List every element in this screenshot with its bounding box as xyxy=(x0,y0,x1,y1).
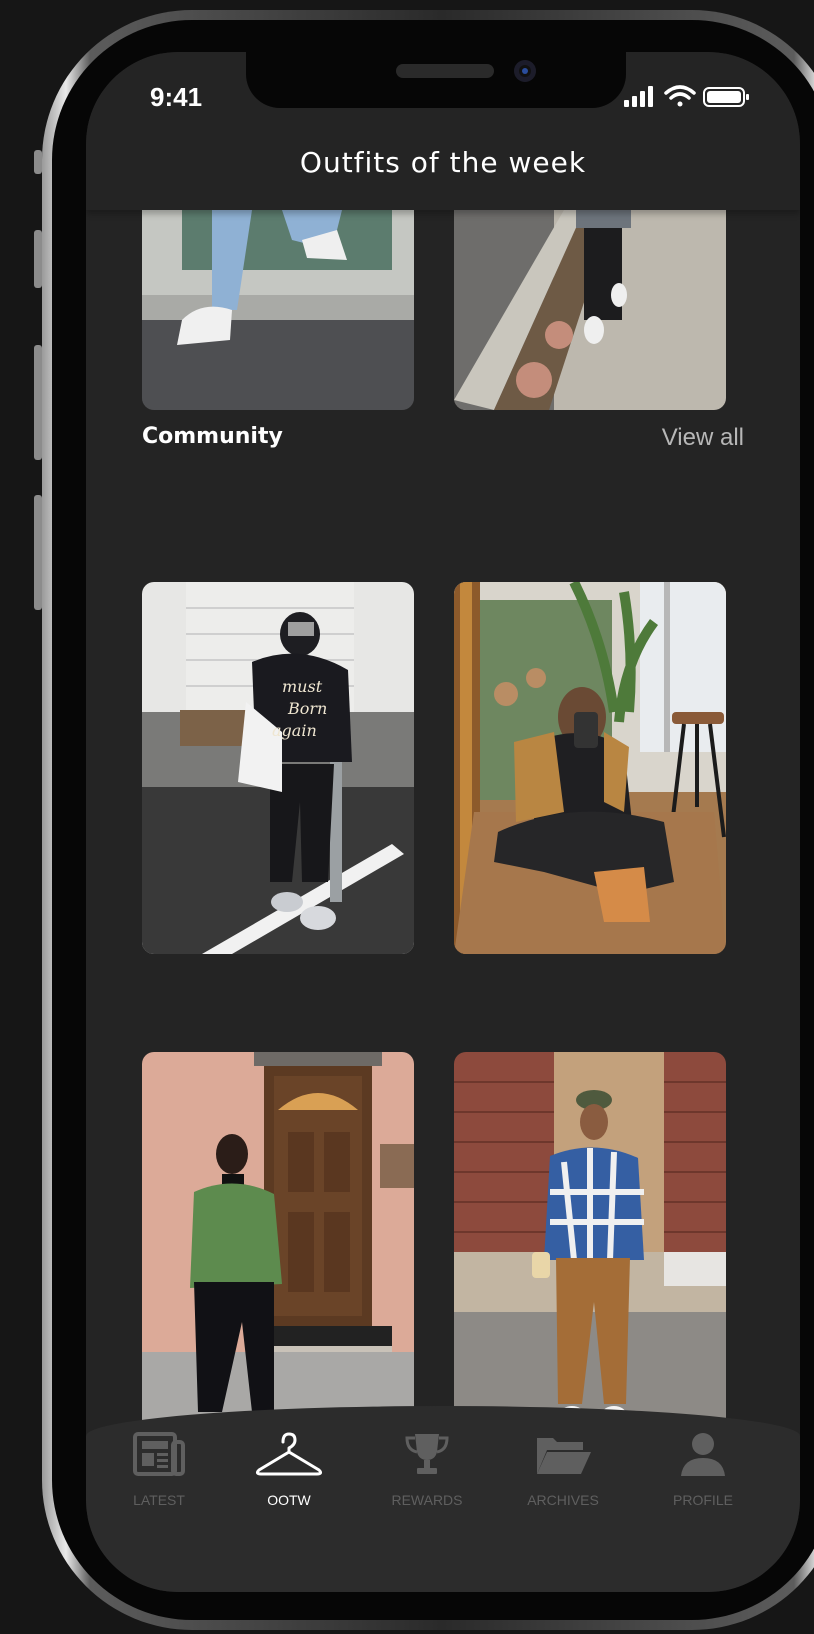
status-icons xyxy=(624,84,754,108)
notch xyxy=(246,52,626,108)
side-button xyxy=(34,345,42,460)
wifi-icon xyxy=(664,85,696,107)
svg-text:again: again xyxy=(272,721,317,740)
app-screen: 9:41 Outfits of the week Community View … xyxy=(86,52,800,1592)
tab-ootw[interactable]: OOTW xyxy=(224,1430,354,1508)
side-button xyxy=(34,150,42,174)
hanger-icon xyxy=(255,1432,323,1476)
tab-label: OOTW xyxy=(267,1492,311,1508)
svg-text:Born: Born xyxy=(287,699,327,718)
tab-bar: LATEST OOTW REWARDS ARCHIVES PROFILE xyxy=(86,1406,800,1592)
community-photo[interactable]: must Born again xyxy=(142,582,414,954)
cellular-signal-icon xyxy=(624,86,653,107)
tab-label: LATEST xyxy=(133,1492,185,1508)
speaker xyxy=(396,64,494,78)
community-photo[interactable] xyxy=(454,582,726,954)
folder-icon xyxy=(537,1438,591,1474)
side-button xyxy=(34,230,42,288)
tab-label: ARCHIVES xyxy=(527,1492,599,1508)
community-photo[interactable] xyxy=(142,1052,414,1438)
newspaper-icon xyxy=(133,1432,185,1476)
user-icon xyxy=(681,1433,725,1476)
page-title: Outfits of the week xyxy=(299,146,587,179)
tab-archives[interactable]: ARCHIVES xyxy=(498,1430,628,1508)
tab-latest[interactable]: LATEST xyxy=(94,1430,224,1508)
tab-profile[interactable]: PROFILE xyxy=(638,1430,768,1508)
side-button xyxy=(34,495,42,610)
battery-icon xyxy=(703,87,749,107)
trophy-icon xyxy=(405,1434,449,1474)
tab-label: PROFILE xyxy=(673,1492,733,1508)
section-title: Community xyxy=(142,424,283,449)
camera-icon xyxy=(514,60,536,82)
tab-label: REWARDS xyxy=(391,1492,463,1508)
view-all-link[interactable]: View all xyxy=(662,424,744,452)
svg-text:must: must xyxy=(282,677,323,696)
status-time: 9:41 xyxy=(150,82,203,112)
tab-rewards[interactable]: REWARDS xyxy=(362,1430,492,1508)
community-photo[interactable] xyxy=(454,1052,726,1438)
header: 9:41 Outfits of the week xyxy=(86,52,800,210)
